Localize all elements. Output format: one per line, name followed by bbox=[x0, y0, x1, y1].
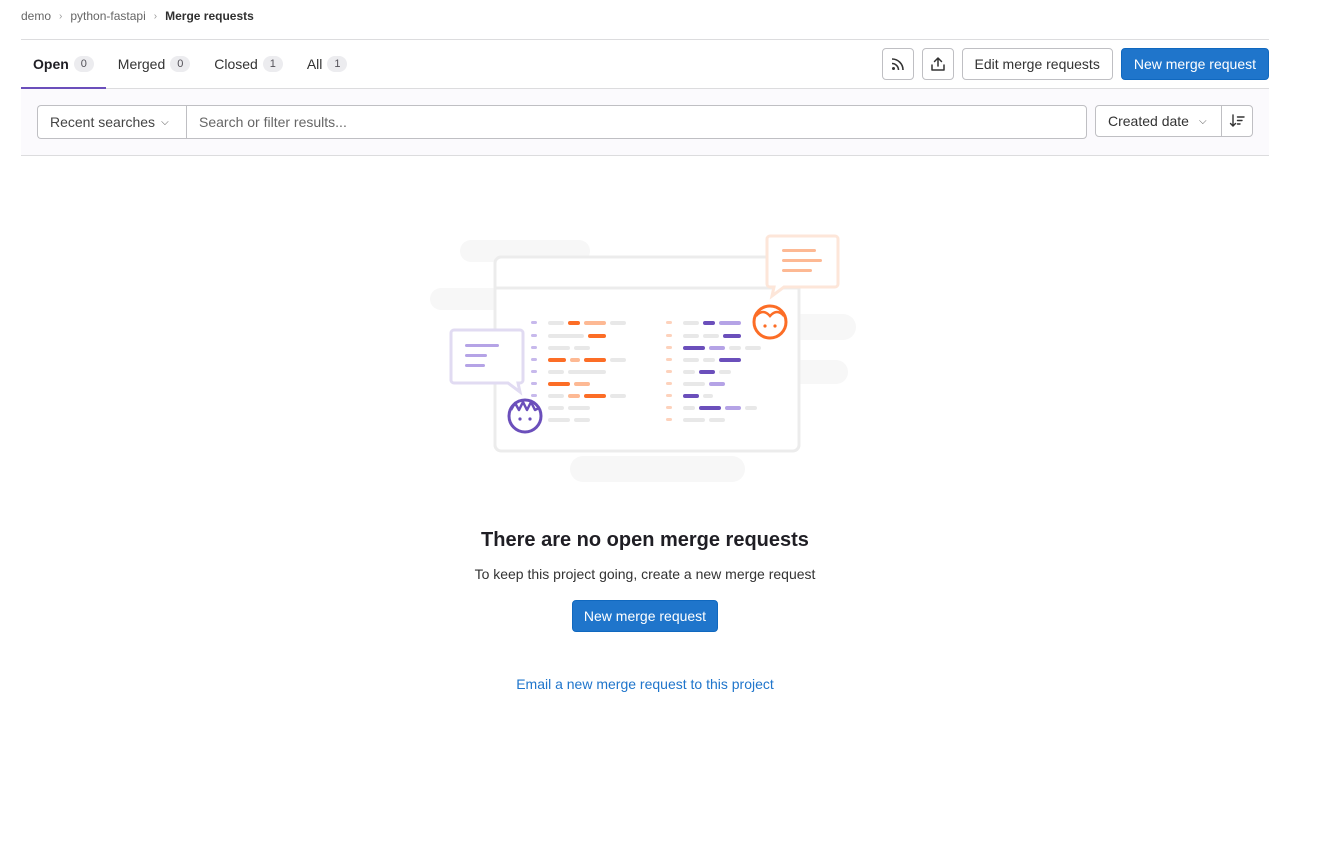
empty-new-merge-request-button[interactable]: New merge request bbox=[571, 600, 719, 632]
tab-label: Merged bbox=[117, 56, 166, 72]
empty-state-title: There are no open merge requests bbox=[481, 529, 809, 551]
breadcrumb-item-demo[interactable]: demo bbox=[21, 9, 51, 23]
empty-state: There are no open merge requests To keep… bbox=[21, 230, 1269, 692]
breadcrumb-current[interactable]: Merge requests bbox=[165, 9, 254, 23]
new-merge-request-button[interactable]: New merge request bbox=[1120, 48, 1269, 80]
rss-icon bbox=[891, 58, 904, 71]
tab-closed[interactable]: Closed 1 bbox=[202, 40, 295, 88]
chevron-down-icon: ⌵ bbox=[1198, 115, 1207, 127]
count-badge: 0 bbox=[73, 56, 94, 72]
sort-direction-button[interactable] bbox=[1221, 105, 1253, 137]
tab-all[interactable]: All 1 bbox=[295, 40, 360, 88]
count-badge: 0 bbox=[170, 56, 191, 72]
tab-label: Open bbox=[33, 56, 69, 72]
rss-button[interactable] bbox=[881, 48, 914, 80]
merge-requests-empty-illustration bbox=[430, 234, 856, 482]
recent-searches-label: Recent searches bbox=[50, 114, 156, 130]
chevron-down-icon: ⌵ bbox=[161, 116, 169, 128]
sort-lowest-icon bbox=[1229, 114, 1245, 127]
tab-merged[interactable]: Merged 0 bbox=[106, 40, 202, 88]
header-actions: Edit merge requests New merge request bbox=[881, 48, 1269, 80]
chevron-right-icon: › bbox=[153, 10, 158, 22]
export-icon bbox=[930, 57, 945, 71]
sort-label: Created date bbox=[1108, 113, 1189, 129]
tab-label: All bbox=[306, 56, 323, 72]
tab-label: Closed bbox=[214, 56, 258, 72]
export-button[interactable] bbox=[921, 48, 954, 80]
search-input[interactable] bbox=[186, 105, 1087, 139]
tabs-bar: Open 0 Merged 0 Closed 1 All 1 Edit merg… bbox=[21, 39, 1269, 89]
edit-merge-requests-button[interactable]: Edit merge requests bbox=[961, 48, 1113, 80]
email-merge-request-link[interactable]: Email a new merge request to this projec… bbox=[21, 676, 1269, 692]
chevron-right-icon: › bbox=[59, 10, 63, 22]
recent-searches-dropdown[interactable]: Recent searches ⌵ bbox=[37, 105, 186, 139]
count-badge: 1 bbox=[262, 56, 283, 72]
breadcrumb-item-project[interactable]: python-fastapi bbox=[70, 9, 145, 23]
filter-bar: Recent searches ⌵ Created date ⌵ bbox=[21, 89, 1269, 156]
tab-open[interactable]: Open 0 bbox=[21, 40, 106, 89]
sort-dropdown[interactable]: Created date ⌵ bbox=[1095, 105, 1222, 137]
count-badge: 1 bbox=[327, 56, 348, 72]
breadcrumb: demo › python-fastapi › Merge requests bbox=[21, 9, 254, 23]
empty-state-description: To keep this project going, create a new… bbox=[474, 566, 816, 582]
